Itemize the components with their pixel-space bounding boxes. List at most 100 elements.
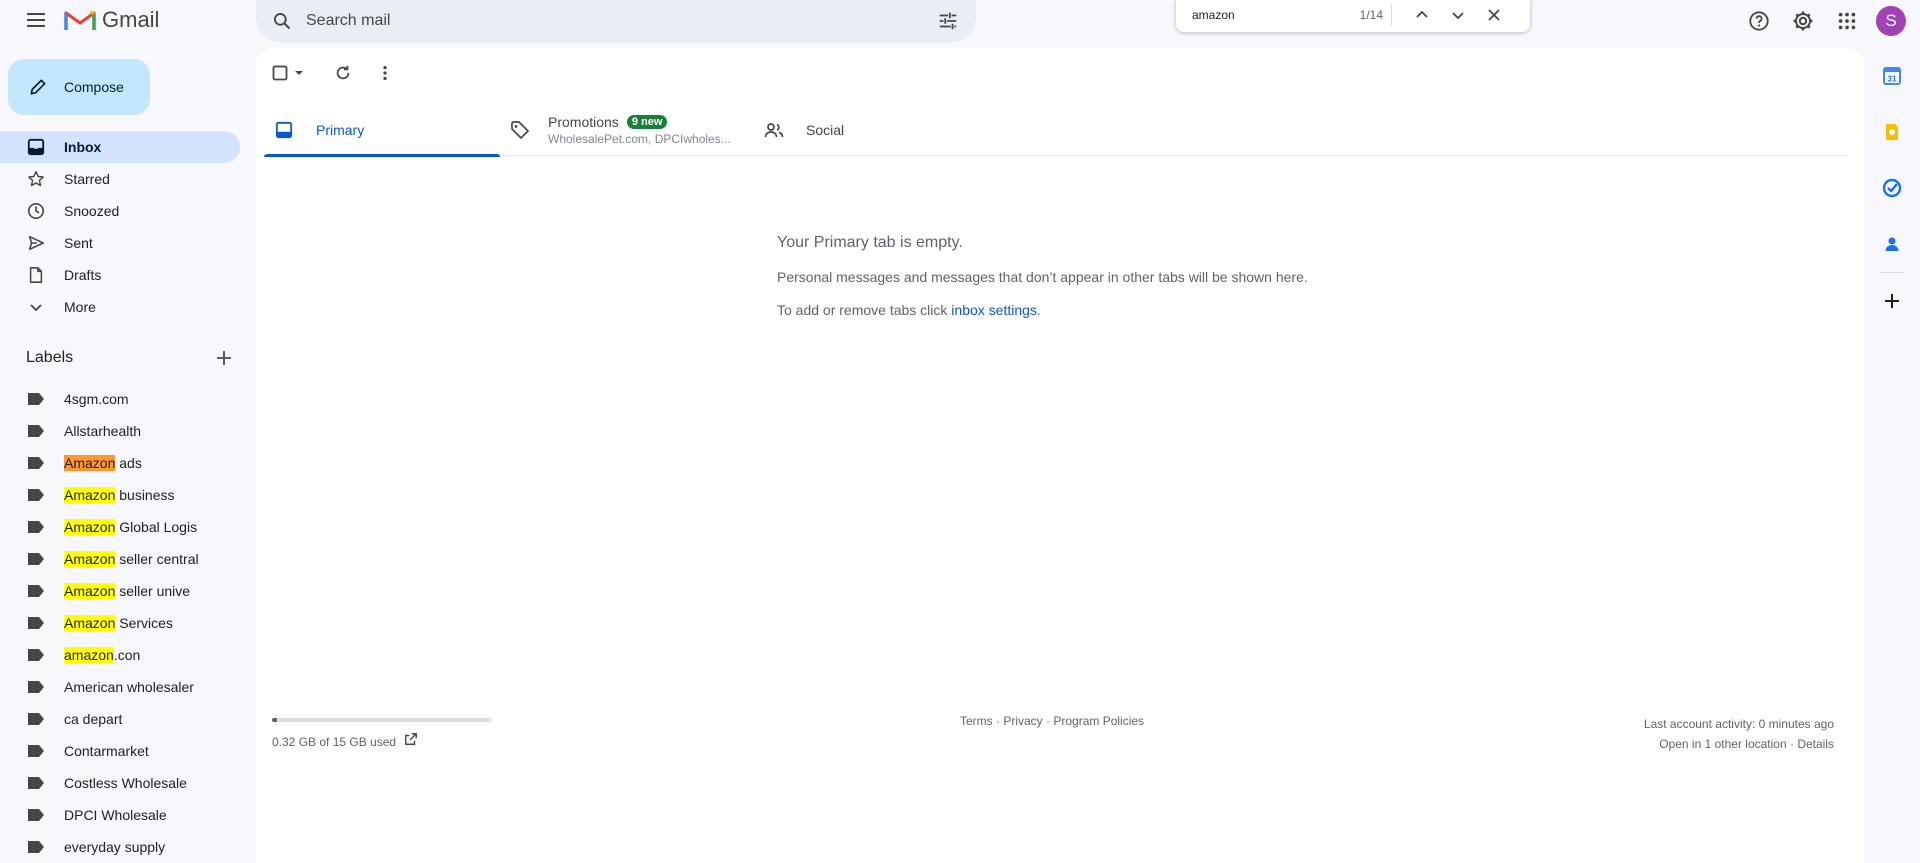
empty-state: Your Primary tab is empty. Personal mess…	[777, 234, 1308, 318]
find-highlight: Amazon	[64, 519, 116, 535]
draft-icon	[26, 265, 46, 285]
find-match-count: 1/14	[1352, 4, 1392, 26]
sidebar-item-sent[interactable]: Sent	[0, 227, 240, 259]
more-vert-icon	[383, 65, 387, 81]
label-icon	[26, 613, 46, 633]
gear-icon	[1793, 11, 1813, 31]
label-name: Amazon Services	[64, 615, 173, 631]
label-item[interactable]: 4sgm.com	[0, 383, 240, 415]
label-icon	[26, 517, 46, 537]
hint-text: To add or remove tabs click	[777, 302, 952, 318]
support-button[interactable]	[1740, 2, 1778, 40]
calendar-button[interactable]: 31	[1874, 58, 1910, 94]
star-icon	[26, 169, 46, 189]
label-item[interactable]: DPCI Wholesale	[0, 799, 240, 831]
program-policies-link[interactable]: Program Policies	[1053, 714, 1144, 728]
label-item[interactable]: American wholesaler	[0, 671, 240, 703]
labels-header: Labels	[26, 346, 236, 370]
label-name: Amazon seller unive	[64, 583, 190, 599]
tag-icon	[510, 120, 530, 140]
label-item[interactable]: Amazon business	[0, 479, 240, 511]
label-item[interactable]: Amazon seller unive	[0, 575, 240, 607]
keep-button[interactable]	[1874, 114, 1910, 150]
label-name: DPCI Wholesale	[64, 807, 167, 823]
sidebar-item-inbox[interactable]: Inbox	[0, 131, 240, 163]
label-item[interactable]: Amazon Services	[0, 607, 240, 639]
label-item[interactable]: amazon.con	[0, 639, 240, 671]
label-item[interactable]: Contarmarket	[0, 735, 240, 767]
gmail-logo[interactable]: Gmail	[64, 4, 159, 36]
main-menu-button[interactable]	[18, 2, 54, 38]
search-bar[interactable]	[256, 0, 976, 42]
label-text-rest: ads	[115, 455, 142, 471]
footer-links: Terms · Privacy · Program Policies	[960, 714, 1145, 728]
label-name: Amazon seller central	[64, 551, 199, 567]
clock-icon	[26, 201, 46, 221]
label-icon	[26, 709, 46, 729]
label-name: Contarmarket	[64, 743, 149, 759]
label-text-rest: DPCI Wholesale	[64, 807, 167, 823]
side-panel-divider	[1880, 272, 1904, 273]
other-location-text: Open in 1 other location	[1659, 737, 1787, 751]
search-icon[interactable]	[264, 3, 300, 39]
find-next-button[interactable]	[1440, 0, 1476, 30]
tab-label: Primary	[316, 122, 365, 138]
inbox-settings-link[interactable]: inbox settings	[951, 302, 1037, 318]
search-input[interactable]	[300, 12, 930, 30]
caret-down-icon	[295, 71, 303, 75]
sidebar-item-more[interactable]: More	[0, 291, 240, 323]
refresh-button[interactable]	[328, 58, 358, 88]
details-link[interactable]: Details	[1797, 737, 1834, 751]
plus-icon	[217, 351, 231, 365]
chevron-down-icon	[1452, 12, 1464, 20]
people-icon	[764, 120, 784, 140]
tab-promotions[interactable]: Promotions 9 new WholesalePet.com, DPCIw…	[500, 104, 754, 156]
tab-primary[interactable]: Primary	[264, 104, 500, 157]
top-bar: Gmail amazon 1/14 S	[0, 0, 1920, 48]
select-all-checkbox[interactable]	[268, 58, 308, 88]
label-item[interactable]: ca depart	[0, 703, 240, 735]
tab-social[interactable]: Social	[754, 104, 954, 156]
labels-title: Labels	[26, 349, 74, 366]
contacts-button[interactable]	[1874, 226, 1910, 262]
label-item[interactable]: Amazon Global Logis	[0, 511, 240, 543]
account-activity: Last account activity: 0 minutes ago Ope…	[1644, 714, 1834, 754]
apps-button[interactable]	[1828, 2, 1866, 40]
sidebar-item-snoozed[interactable]: Snoozed	[0, 195, 240, 227]
label-name: everyday supply	[64, 839, 165, 855]
sidebar-item-drafts[interactable]: Drafts	[0, 259, 240, 291]
label-item[interactable]: everyday supply	[0, 831, 240, 863]
find-input[interactable]: amazon	[1192, 8, 1352, 22]
find-previous-button[interactable]	[1404, 0, 1440, 30]
chevron-up-icon	[1416, 10, 1428, 18]
create-label-button[interactable]	[212, 346, 236, 370]
label-text-rest: seller central	[115, 551, 199, 567]
privacy-link[interactable]: Privacy	[1003, 714, 1042, 728]
label-item[interactable]: Allstarhealth	[0, 415, 240, 447]
send-icon	[26, 233, 46, 253]
tasks-button[interactable]	[1874, 170, 1910, 206]
label-text-rest: business	[115, 487, 175, 503]
search-options-icon[interactable]	[930, 3, 966, 39]
label-name: Costless Wholesale	[64, 775, 187, 791]
label-icon	[26, 581, 46, 601]
more-actions-button[interactable]	[370, 58, 400, 88]
label-item[interactable]: Amazon ads	[0, 447, 240, 479]
empty-description: Personal messages and messages that don’…	[777, 269, 1308, 285]
get-addons-button[interactable]	[1874, 283, 1910, 319]
label-item[interactable]: Costless Wholesale	[0, 767, 240, 799]
settings-button[interactable]	[1784, 2, 1822, 40]
labels-list: 4sgm.com Allstarhealth Amazon ads Amazon bu…	[0, 383, 240, 863]
plus-icon	[1885, 294, 1899, 308]
open-external-icon[interactable]	[404, 732, 418, 751]
terms-link[interactable]: Terms	[960, 714, 993, 728]
help-icon	[1749, 11, 1769, 31]
find-close-button[interactable]	[1476, 0, 1512, 30]
compose-label: Compose	[64, 79, 124, 95]
avatar[interactable]: S	[1876, 6, 1906, 36]
label-item[interactable]: Amazon seller central	[0, 543, 240, 575]
sidebar-item-starred[interactable]: Starred	[0, 163, 240, 195]
compose-button[interactable]: Compose	[8, 59, 150, 115]
find-highlight: Amazon	[64, 583, 116, 599]
gmail-m-icon	[64, 10, 96, 30]
